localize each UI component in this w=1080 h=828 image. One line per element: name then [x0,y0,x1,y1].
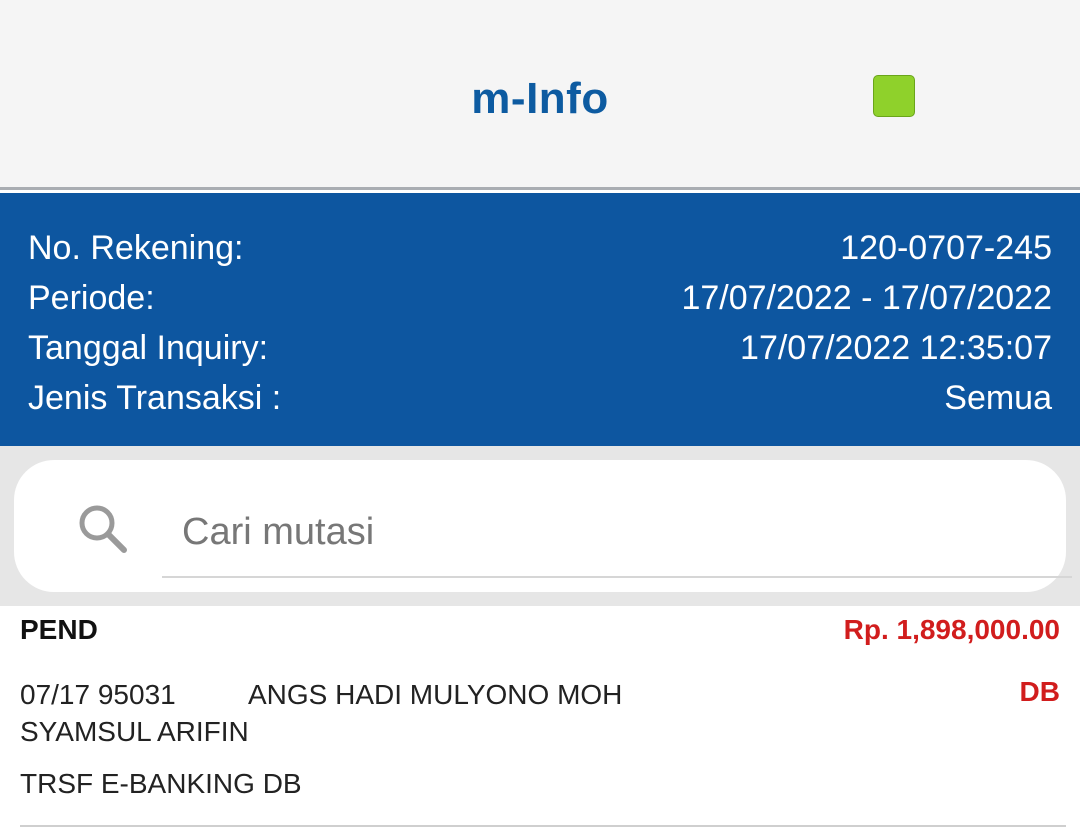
app-header: m-Info [0,0,1080,190]
transaction-status: PEND [20,614,98,645]
list-item[interactable]: PEND Rp. 1,898,000.00 07/17 95031 ANGS HA… [0,606,1080,828]
info-label: Tanggal Inquiry: [28,329,269,367]
info-row-transaction-type: Jenis Transaksi : Semua [28,373,1052,423]
transaction-date-code: 07/17 95031 [20,679,176,710]
info-label: Periode: [28,279,155,317]
account-info-panel: No. Rekening: 120-0707-245 Periode: 17/0… [0,193,1080,446]
search-input[interactable] [162,488,1072,578]
info-label: No. Rekening: [28,229,244,267]
divider [20,825,1066,827]
info-row-inquiry-date: Tanggal Inquiry: 17/07/2022 12:35:07 [28,323,1052,373]
transaction-note: TRSF E-BANKING DB [20,768,302,799]
info-value: 17/07/2022 12:35:07 [740,329,1052,367]
info-label: Jenis Transaksi : [28,379,282,417]
info-row-period: Periode: 17/07/2022 - 17/07/2022 [28,273,1052,323]
transaction-amount: Rp. 1,898,000.00 [843,614,1060,645]
transaction-description-line1: ANGS HADI MULYONO MOH [248,679,623,710]
info-value: Semua [944,379,1052,417]
page-title: m-Info [471,74,609,123]
info-value: 17/07/2022 - 17/07/2022 [681,279,1052,317]
transaction-description-line2: SYAMSUL ARIFIN [20,716,249,747]
info-row-account-number: No. Rekening: 120-0707-245 [28,223,1052,273]
search-icon [76,502,130,556]
search-area [0,446,1080,606]
transaction-type-badge: DB [1019,676,1060,707]
status-indicator [873,75,915,117]
transaction-description: 07/17 95031 ANGS HADI MULYONO MOH SYAMSUL… [20,676,720,750]
info-value: 120-0707-245 [840,229,1052,267]
search-box[interactable] [14,460,1072,592]
